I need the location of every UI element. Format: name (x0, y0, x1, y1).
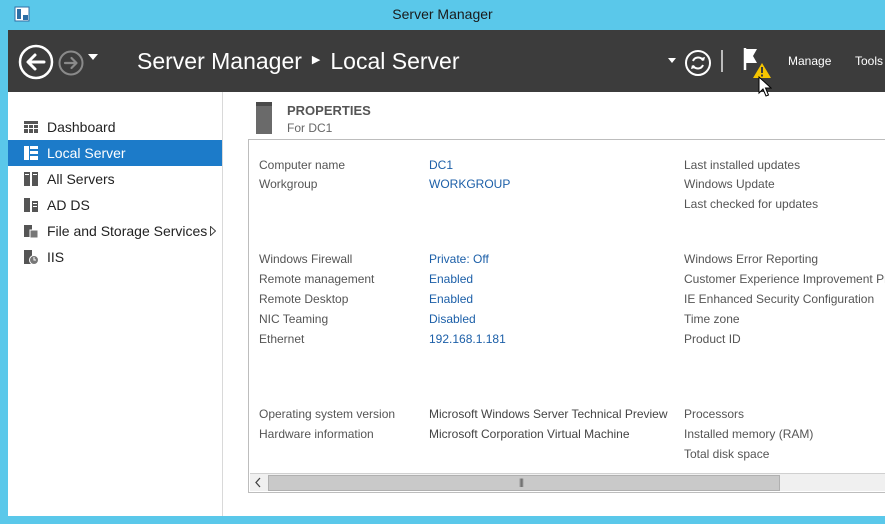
remote-management-label: Remote management (259, 272, 375, 286)
windows-firewall-link[interactable]: Private: Off (429, 252, 489, 266)
remote-desktop-label: Remote Desktop (259, 292, 349, 306)
processors-label: Processors (684, 407, 745, 421)
local-server-icon (24, 146, 38, 160)
submenu-arrow-icon[interactable] (210, 226, 216, 236)
back-button[interactable] (18, 44, 54, 80)
scrollbar-grip-icon: ||| (519, 477, 524, 487)
header-dropdown-icon[interactable] (668, 58, 676, 63)
dashboard-icon (24, 121, 38, 133)
header-divider (721, 50, 723, 72)
computer-name-link[interactable]: DC1 (429, 158, 453, 172)
product-id-label: Product ID (684, 332, 741, 346)
last-installed-updates-label: Last installed updates (684, 158, 801, 172)
windows-firewall-label: Windows Firewall (259, 252, 353, 266)
os-version-label: Operating system version (259, 407, 396, 421)
title-bar: Server Manager (0, 0, 885, 30)
nic-teaming-link[interactable]: Disabled (429, 312, 476, 326)
header-bar: Server Manager ▶ Local Server Manage Tools (8, 30, 885, 92)
remote-desktop-link[interactable]: Enabled (429, 292, 473, 306)
all-servers-icon (24, 172, 38, 186)
history-dropdown-icon[interactable] (88, 54, 98, 60)
window-title: Server Manager (392, 6, 493, 22)
sidebar: Dashboard Local Server All Servers AD DS… (8, 92, 223, 516)
properties-section: PROPERTIES For DC1 Computer name Workgro… (223, 92, 885, 516)
sidebar-item-file-storage[interactable]: File and Storage Services (8, 218, 222, 244)
properties-panel: Computer name Workgroup Windows Firewall… (248, 139, 885, 493)
sidebar-item-label: IIS (47, 249, 65, 265)
breadcrumb-current: Local Server (330, 48, 460, 74)
windows-update-label: Windows Update (684, 177, 775, 191)
ethernet-link[interactable]: 192.168.1.181 (429, 332, 506, 346)
sidebar-item-local-server[interactable]: Local Server (8, 140, 222, 166)
sidebar-item-ad-ds[interactable]: AD DS (8, 192, 222, 218)
sidebar-item-label: All Servers (47, 171, 115, 187)
sidebar-item-label: File and Storage Services (47, 223, 208, 239)
properties-subtitle: For DC1 (287, 121, 333, 135)
installed-memory-label: Installed memory (RAM) (684, 427, 814, 441)
properties-title: PROPERTIES (287, 103, 371, 118)
nic-teaming-label: NIC Teaming (259, 312, 329, 326)
scroll-left-icon[interactable] (250, 474, 267, 491)
breadcrumb-separator-icon: ▶ (311, 54, 321, 67)
breadcrumb-root[interactable]: Server Manager (137, 48, 302, 74)
iis-icon (24, 250, 39, 265)
os-version-value: Microsoft Windows Server Technical Previ… (429, 407, 668, 421)
mouse-cursor-icon (758, 76, 772, 97)
time-zone-label: Time zone (684, 312, 740, 326)
manage-menu[interactable]: Manage (788, 54, 831, 68)
total-disk-space-label: Total disk space (684, 447, 770, 461)
workgroup-link[interactable]: WORKGROUP (429, 177, 510, 191)
sidebar-item-iis[interactable]: IIS (8, 244, 222, 270)
ethernet-label: Ethernet (259, 332, 305, 346)
tools-menu[interactable]: Tools (855, 54, 883, 68)
last-checked-updates-label: Last checked for updates (684, 197, 819, 211)
workgroup-label: Workgroup (259, 177, 318, 191)
sidebar-item-label: Dashboard (47, 119, 116, 135)
main-body: Dashboard Local Server All Servers AD DS… (8, 92, 885, 516)
sidebar-item-label: AD DS (47, 197, 90, 213)
forward-button[interactable] (58, 50, 84, 76)
ceip-label: Customer Experience Improvement Pr (684, 272, 885, 286)
windows-error-reporting-label: Windows Error Reporting (684, 252, 819, 266)
sidebar-item-label: Local Server (47, 145, 126, 161)
sidebar-item-dashboard[interactable]: Dashboard (8, 114, 222, 140)
computer-name-label: Computer name (259, 158, 346, 172)
hardware-info-value: Microsoft Corporation Virtual Machine (429, 427, 630, 441)
file-storage-icon (24, 225, 39, 239)
ad-ds-icon (24, 198, 38, 212)
sidebar-item-all-servers[interactable]: All Servers (8, 166, 222, 192)
scrollbar-thumb[interactable]: ||| (268, 475, 780, 491)
remote-management-link[interactable]: Enabled (429, 272, 473, 286)
hardware-info-label: Hardware information (259, 427, 374, 441)
server-tile-icon (256, 102, 272, 134)
breadcrumb: Server Manager ▶ Local Server (137, 48, 460, 75)
refresh-icon[interactable] (684, 49, 712, 77)
horizontal-scrollbar[interactable]: ||| (250, 473, 885, 491)
ie-esc-label: IE Enhanced Security Configuration (684, 292, 875, 306)
